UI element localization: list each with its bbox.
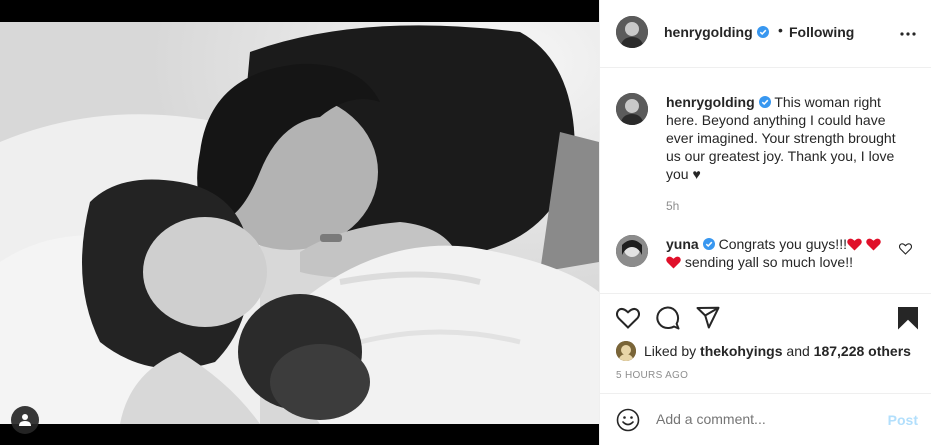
commenter-avatar[interactable]	[616, 235, 648, 267]
comment-text-start: Congrats you guys!!!	[718, 236, 847, 252]
paper-plane-icon	[696, 306, 720, 329]
share-button[interactable]	[694, 304, 722, 332]
like-button[interactable]	[614, 304, 642, 332]
verified-badge-icon	[758, 96, 771, 108]
caption-author-avatar[interactable]	[616, 93, 648, 125]
author-username[interactable]: henrygolding	[664, 24, 769, 40]
ellipsis-icon	[900, 32, 916, 36]
more-options-button[interactable]	[896, 24, 920, 44]
verified-badge-icon	[702, 238, 715, 250]
save-button[interactable]	[894, 304, 922, 332]
caption-comment: henrygolding This woman right here. Beyo…	[616, 93, 916, 223]
commenter-username[interactable]: yuna	[666, 236, 699, 252]
red-heart-emoji-icon	[866, 238, 881, 251]
post-media[interactable]	[0, 0, 599, 445]
comment-bubble-icon	[656, 306, 680, 330]
follow-separator: •	[778, 22, 783, 38]
likes-summary: Liked by thekohyings and 187,228 others	[616, 340, 911, 362]
comment-composer: Post	[600, 393, 931, 445]
author-avatar[interactable]	[616, 16, 648, 48]
user-tag-icon	[19, 414, 31, 426]
comments-list: henrygolding This woman right here. Beyo…	[600, 69, 931, 293]
comment-button[interactable]	[654, 304, 682, 332]
liker-username[interactable]: thekohyings	[700, 343, 782, 359]
post-header: henrygolding • Following	[600, 0, 931, 68]
comment-body: yuna Congrats you guys!!! sending yall s…	[666, 235, 886, 271]
likes-joiner: and	[786, 343, 810, 359]
post-photo[interactable]	[0, 22, 599, 424]
heart-outline-icon	[616, 307, 640, 329]
post-timestamp[interactable]: 5 HOURS AGO	[616, 370, 688, 381]
liker-avatar[interactable]	[616, 341, 636, 361]
likes-count-link[interactable]: 187,228 others	[814, 343, 911, 359]
comment-like-heart-icon[interactable]	[899, 243, 912, 255]
comment-item: yuna Congrats you guys!!! sending yall s…	[616, 235, 916, 285]
red-heart-emoji-icon	[847, 238, 862, 251]
photo-illustration	[0, 22, 599, 424]
tag-user-button[interactable]	[11, 406, 39, 434]
verified-badge-icon	[756, 26, 769, 38]
comment-input[interactable]	[656, 411, 876, 427]
caption-author-username[interactable]: henrygolding	[666, 94, 755, 110]
likes-prefix: Liked by	[644, 343, 697, 359]
caption-body: henrygolding This woman right here. Beyo…	[666, 93, 906, 183]
comment-text-end: sending yall so much love!!	[684, 254, 853, 270]
post-actions: Liked by thekohyings and 187,228 others …	[600, 293, 931, 393]
red-heart-emoji-icon	[666, 256, 681, 269]
bookmark-filled-icon	[898, 307, 918, 330]
post-comment-button[interactable]: Post	[888, 412, 918, 428]
smiley-icon[interactable]	[616, 408, 640, 432]
caption-timestamp[interactable]: 5h	[666, 199, 679, 213]
post-side-panel: henrygolding • Following henrygolding Th…	[599, 0, 931, 445]
following-button[interactable]: Following	[789, 24, 854, 40]
